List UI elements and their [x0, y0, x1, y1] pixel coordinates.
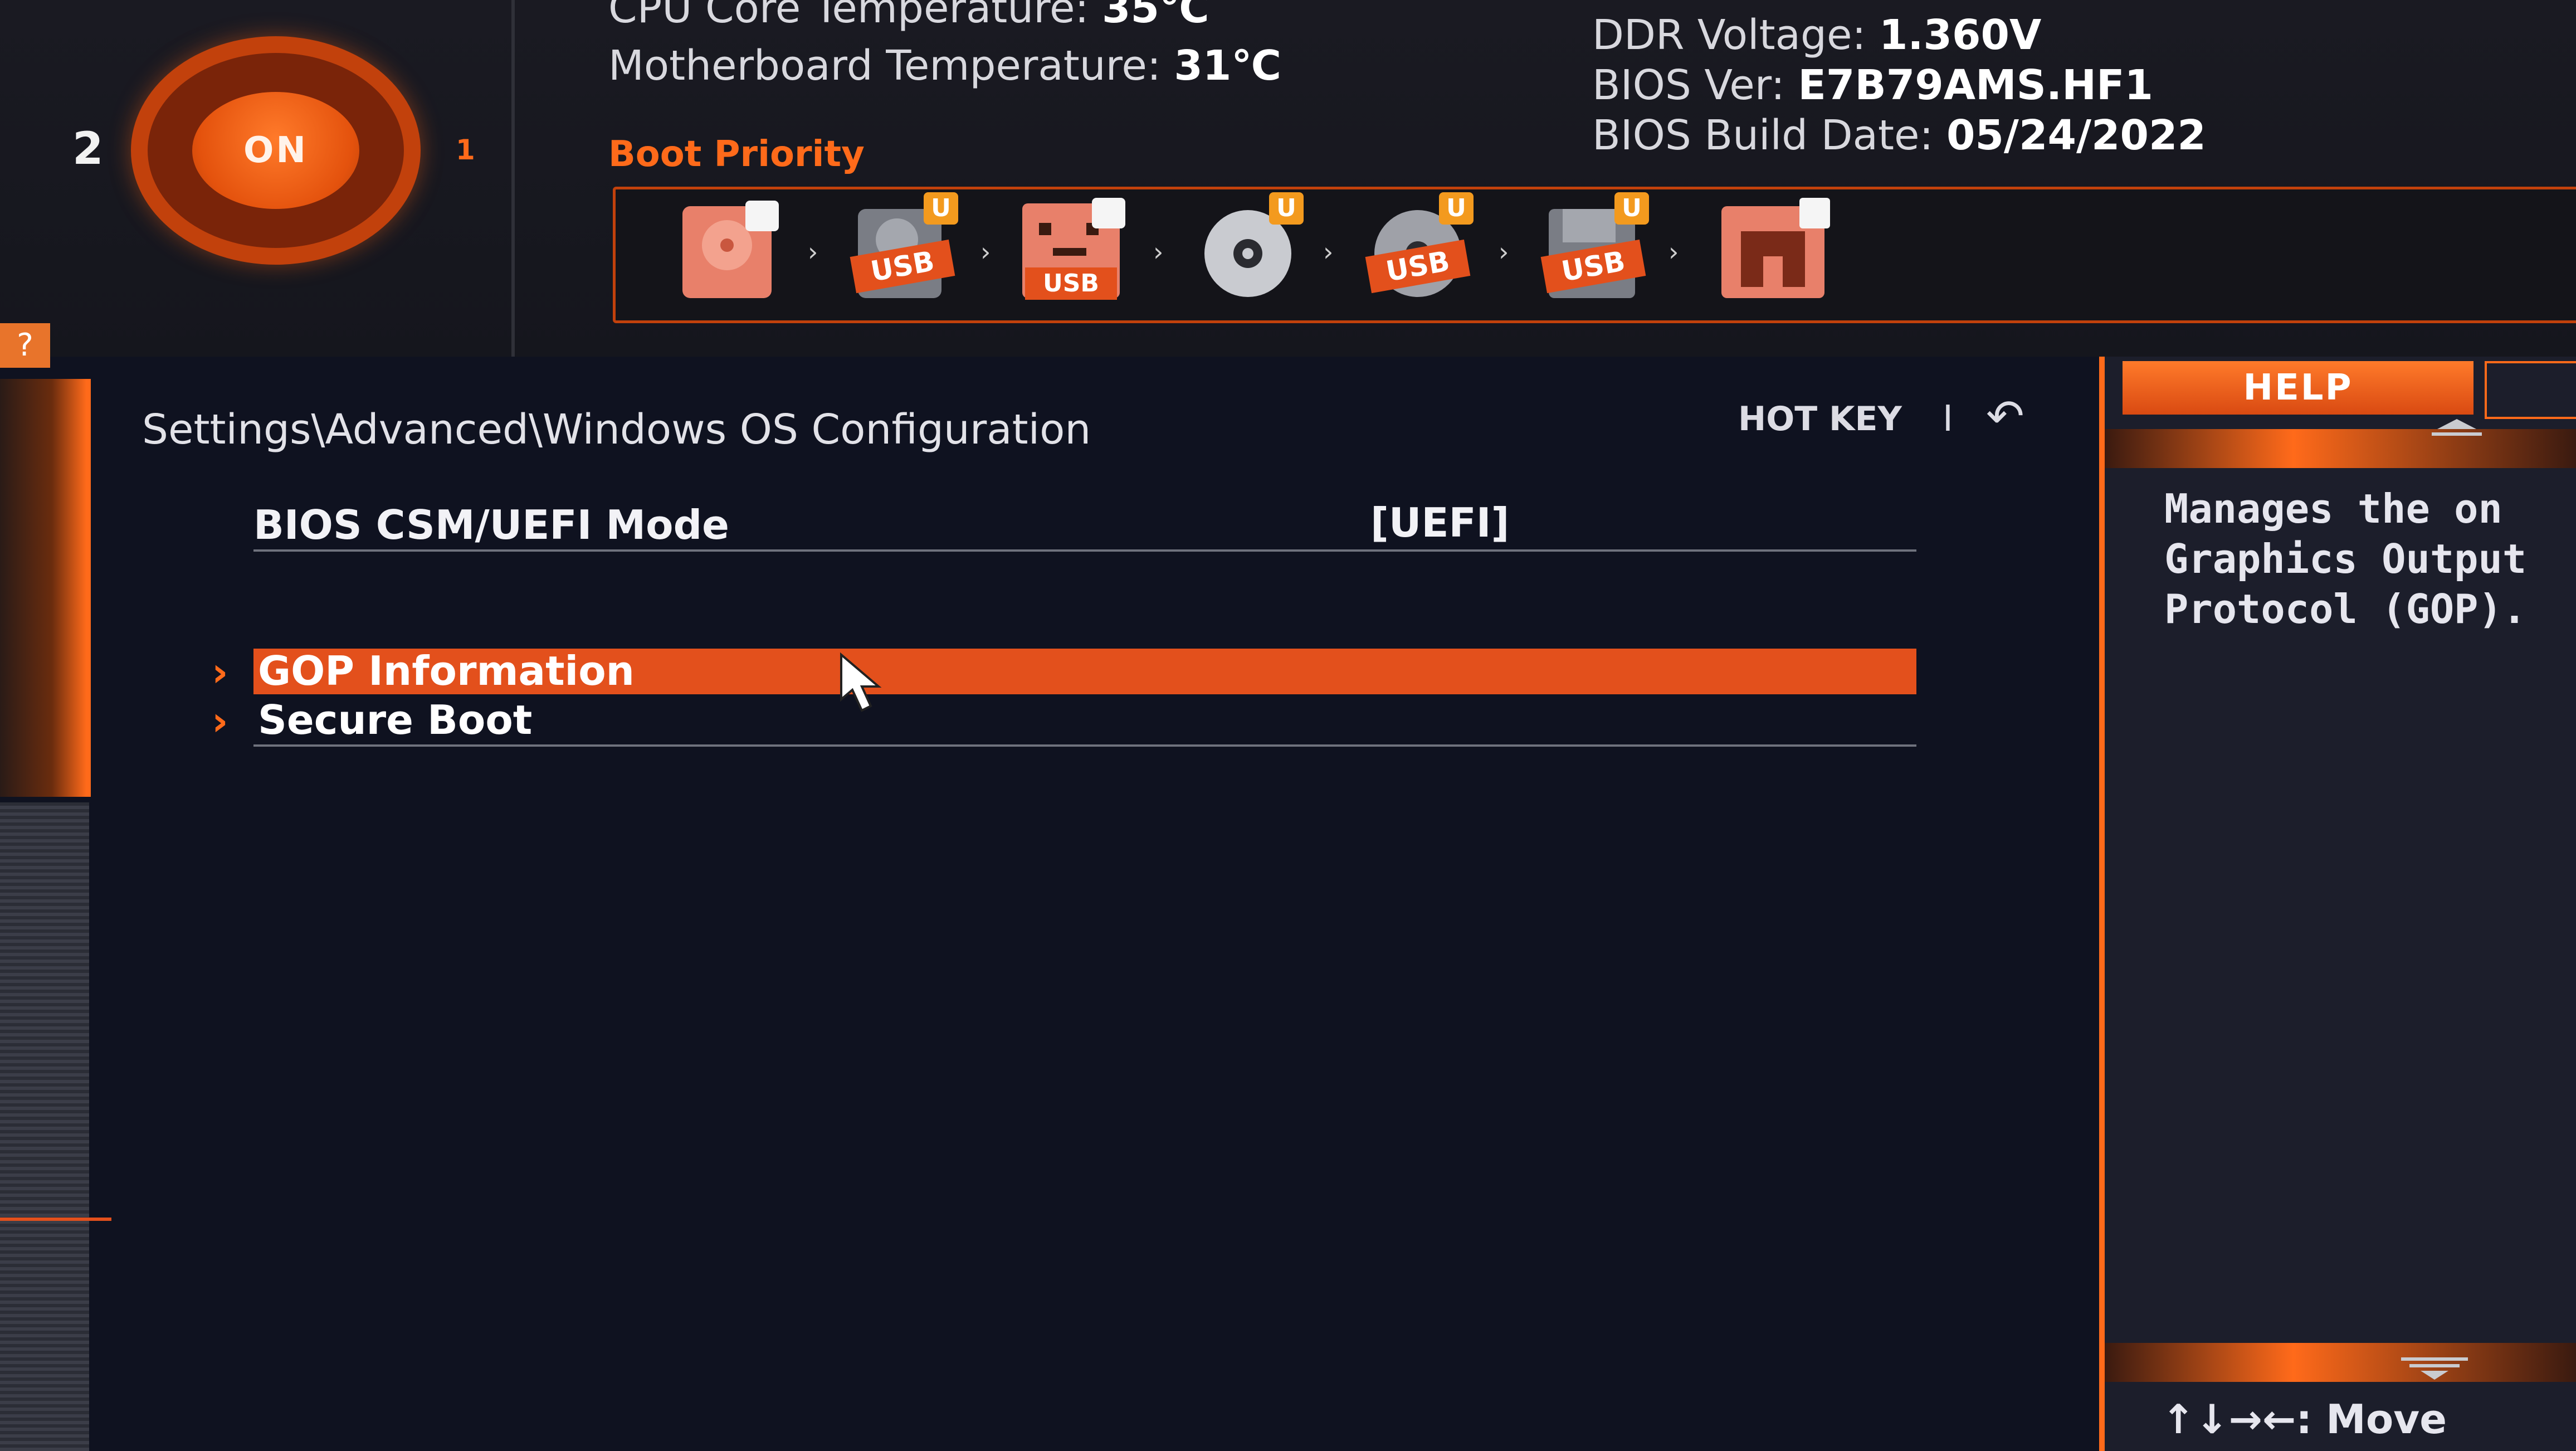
menu-item-label: GOP Information	[258, 647, 635, 694]
tab-help[interactable]: HELP	[2123, 361, 2473, 415]
knob-left-number: 2	[72, 123, 104, 174]
boot-priority-title: Boot Priority	[608, 134, 865, 175]
cpu-temperature: CPU Core Temperature: 35℃	[608, 0, 1209, 32]
boot-order-arrow: ›	[1323, 237, 1334, 267]
boot-order-arrow: ›	[1153, 237, 1164, 267]
boot-device-network[interactable]	[1719, 198, 1830, 301]
setting-row-bios-mode[interactable]: BIOS CSM/UEFI Mode [UEFI]	[253, 499, 1916, 552]
cpu-temp-label: CPU Core Temperature:	[608, 0, 1089, 32]
setting-value[interactable]: [UEFI]	[1370, 499, 1509, 546]
boot-device-hard-disk[interactable]	[680, 198, 780, 301]
bios-ver-label: BIOS Ver:	[1592, 61, 1785, 109]
chevron-right-icon: ›	[212, 649, 228, 695]
bios-date-label: BIOS Build Date:	[1592, 111, 1934, 159]
knob-right-number: 1	[456, 134, 475, 166]
hard-disk-icon	[682, 201, 779, 298]
network-icon	[1721, 198, 1830, 298]
boot-order-arrow: ›	[1668, 237, 1679, 267]
boot-order-arrow: ›	[808, 237, 818, 267]
chevron-right-icon: ›	[212, 698, 228, 744]
knob-state-label: ON	[243, 130, 308, 171]
usb-strip: USB	[1025, 267, 1117, 300]
bios-date-value: 05/24/2022	[1946, 111, 2206, 159]
oc-side-panel[interactable]	[0, 802, 89, 1451]
menu-item-label: Secure Boot	[258, 697, 533, 743]
hotkey-button[interactable]: HOT KEY	[1738, 400, 1902, 439]
setting-label: BIOS CSM/UEFI Mode	[253, 501, 729, 548]
bios-ver-value: E7B79AMS.HF1	[1798, 61, 2154, 109]
boot-device-usb-hard-disk[interactable]: U USB	[850, 192, 958, 301]
mb-temp-label: Motherboard Temperature:	[608, 42, 1161, 90]
ddr-voltage-label: DDR Voltage:	[1592, 11, 1866, 59]
help-description: Manages the on Graphics Output Protocol …	[2164, 485, 2527, 632]
help-question-button[interactable]: ?	[0, 323, 50, 368]
side-divider	[0, 1218, 111, 1221]
help-top-bar	[2105, 429, 2576, 468]
boot-device-usb-key[interactable]: USB	[1019, 198, 1125, 301]
menu-item-gop-information[interactable]: › GOP Information	[212, 647, 1916, 695]
ddr-voltage-value: 1.360V	[1879, 11, 2042, 59]
key-hint-move: ↑↓→←: Move	[2162, 1396, 2447, 1443]
top-separator	[511, 0, 515, 357]
bios-build-date: BIOS Build Date: 05/24/2022	[1592, 111, 2206, 159]
usb-badge: U	[1269, 192, 1304, 225]
mb-temp-value: 31℃	[1174, 42, 1282, 90]
usb-badge: U	[1439, 192, 1474, 225]
hotkey-separator: I	[1943, 398, 1953, 440]
usb-badge: U	[924, 192, 958, 225]
mouse-cursor-icon	[840, 652, 882, 712]
cpu-temp-value: 35℃	[1102, 0, 1209, 32]
back-arrow-icon[interactable]: ↶	[1986, 390, 2024, 443]
boot-device-usb-floppy[interactable]: U USB	[1540, 192, 1649, 301]
breadcrumb: Settings\Advanced\Windows OS Configurati…	[142, 406, 1091, 454]
bios-version: BIOS Ver: E7B79AMS.HF1	[1592, 61, 2153, 109]
boot-device-optical-disc[interactable]: U	[1198, 192, 1304, 301]
menu-item-secure-boot[interactable]: › Secure Boot	[212, 697, 1916, 747]
boot-device-usb-optical-disc[interactable]: U USB	[1365, 192, 1474, 301]
scroll-up-icon[interactable]	[2421, 417, 2493, 439]
ddr-voltage: DDR Voltage: 1.360V	[1592, 11, 2041, 59]
boot-order-arrow: ›	[980, 237, 991, 267]
knob-center[interactable]: ON	[192, 92, 359, 209]
settings-side-panel[interactable]	[0, 379, 91, 797]
motherboard-temperature: Motherboard Temperature: 31℃	[608, 42, 1281, 90]
boot-order-arrow: ›	[1499, 237, 1509, 267]
usb-badge: U	[1614, 192, 1649, 225]
scroll-down-icon[interactable]	[2396, 1355, 2473, 1382]
tab-info[interactable]	[2485, 361, 2576, 419]
help-bottom-bar	[2105, 1343, 2576, 1382]
